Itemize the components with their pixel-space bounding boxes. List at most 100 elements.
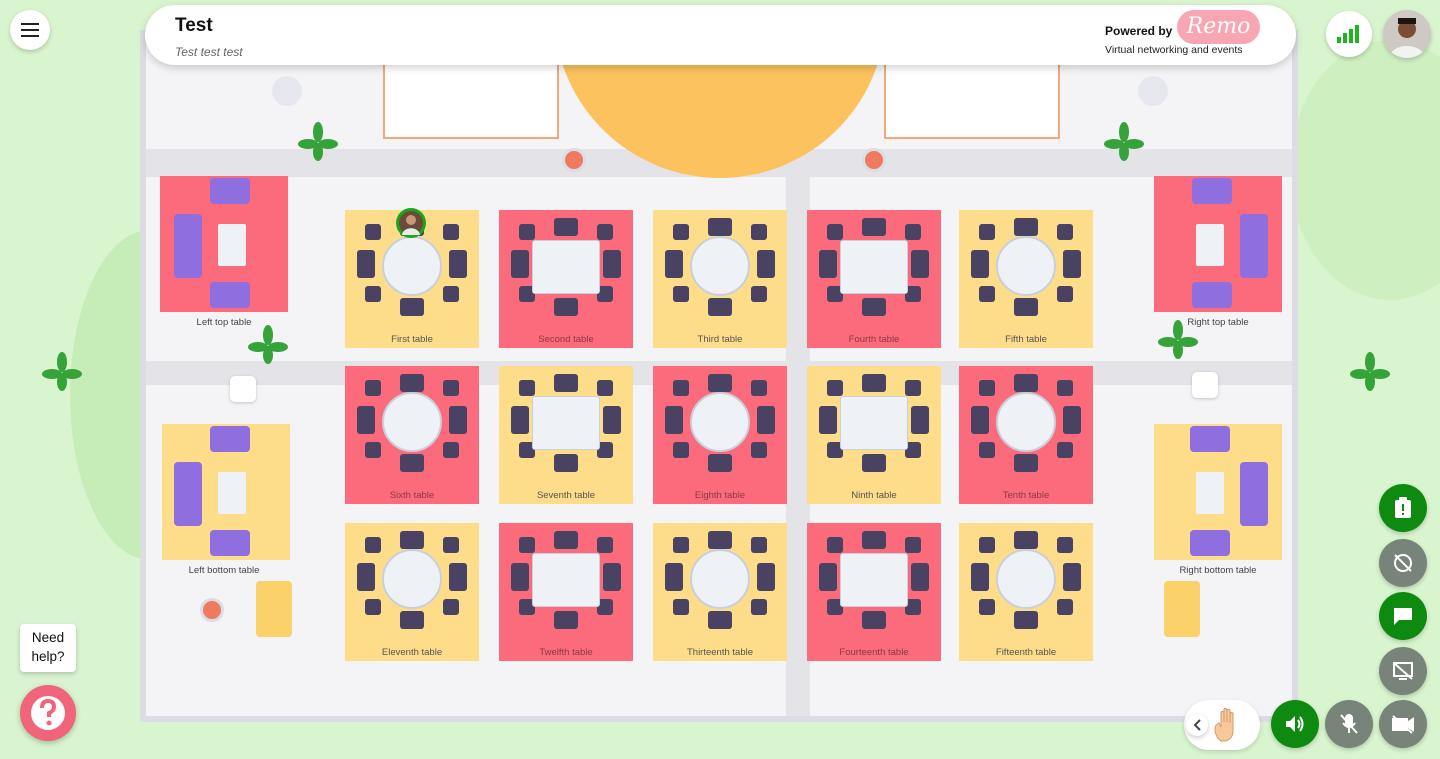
chair[interactable] <box>357 250 375 278</box>
chair[interactable] <box>443 380 459 396</box>
chair[interactable] <box>1014 218 1038 236</box>
chair[interactable] <box>597 224 613 240</box>
chair[interactable] <box>554 531 578 549</box>
chair[interactable] <box>1057 224 1073 240</box>
chair[interactable] <box>1057 537 1073 553</box>
camera-off-button[interactable] <box>1379 539 1427 587</box>
chair[interactable] <box>1057 442 1073 458</box>
chair[interactable] <box>708 218 732 236</box>
chair[interactable] <box>665 406 683 434</box>
chair[interactable] <box>673 442 689 458</box>
chair[interactable] <box>597 537 613 553</box>
chair[interactable] <box>862 611 886 629</box>
chair[interactable] <box>519 537 535 553</box>
chair[interactable] <box>603 250 621 278</box>
chair[interactable] <box>554 611 578 629</box>
chair[interactable] <box>511 250 529 278</box>
chair[interactable] <box>911 563 929 591</box>
chair[interactable] <box>905 380 921 396</box>
chair[interactable] <box>819 406 837 434</box>
chair[interactable] <box>751 599 767 615</box>
chair[interactable] <box>708 454 732 472</box>
chair[interactable] <box>511 563 529 591</box>
chair[interactable] <box>673 286 689 302</box>
chair[interactable] <box>365 380 381 396</box>
chair[interactable] <box>979 286 995 302</box>
chair[interactable] <box>400 454 424 472</box>
chair[interactable] <box>357 563 375 591</box>
meeting-table[interactable]: Twelfth table <box>499 523 633 661</box>
chair[interactable] <box>1014 531 1038 549</box>
chair[interactable] <box>827 380 843 396</box>
chair[interactable] <box>971 250 989 278</box>
chair[interactable] <box>751 537 767 553</box>
chair[interactable] <box>365 537 381 553</box>
chair[interactable] <box>365 224 381 240</box>
chair[interactable] <box>1057 286 1073 302</box>
chair[interactable] <box>971 406 989 434</box>
chair[interactable] <box>979 380 995 396</box>
chair[interactable] <box>1014 611 1038 629</box>
chair[interactable] <box>449 563 467 591</box>
chair[interactable] <box>708 531 732 549</box>
chair[interactable] <box>905 537 921 553</box>
chair[interactable] <box>905 224 921 240</box>
meeting-table[interactable]: Eleventh table <box>345 523 479 661</box>
chair[interactable] <box>708 611 732 629</box>
user-avatar-at-table[interactable] <box>396 208 426 238</box>
chair[interactable] <box>757 250 775 278</box>
meeting-table[interactable]: Second table <box>499 210 633 348</box>
chair[interactable] <box>603 406 621 434</box>
chair[interactable] <box>519 224 535 240</box>
video-button[interactable] <box>1379 700 1427 748</box>
chair[interactable] <box>400 374 424 392</box>
chair[interactable] <box>979 442 995 458</box>
chair[interactable] <box>979 224 995 240</box>
meeting-table[interactable]: Fifteenth table <box>959 523 1093 661</box>
chair[interactable] <box>673 599 689 615</box>
chair[interactable] <box>751 442 767 458</box>
meeting-table[interactable]: Fourteenth table <box>807 523 941 661</box>
chair[interactable] <box>1063 406 1081 434</box>
chair[interactable] <box>1063 563 1081 591</box>
chair[interactable] <box>979 537 995 553</box>
chair[interactable] <box>554 298 578 316</box>
chair[interactable] <box>449 406 467 434</box>
chair[interactable] <box>971 563 989 591</box>
meeting-table[interactable]: Tenth table <box>959 366 1093 504</box>
chair[interactable] <box>819 250 837 278</box>
profile-avatar[interactable] <box>1383 10 1431 58</box>
chair[interactable] <box>1014 454 1038 472</box>
chair[interactable] <box>1057 599 1073 615</box>
chair[interactable] <box>443 224 459 240</box>
meeting-table[interactable]: Eighth table <box>653 366 787 504</box>
chair[interactable] <box>597 380 613 396</box>
chair[interactable] <box>1057 380 1073 396</box>
raise-hand-icon[interactable] <box>1212 707 1244 743</box>
chair[interactable] <box>519 380 535 396</box>
chair[interactable] <box>443 442 459 458</box>
chair[interactable] <box>365 599 381 615</box>
chair[interactable] <box>979 599 995 615</box>
meeting-table[interactable]: Thirteenth table <box>653 523 787 661</box>
help-button[interactable] <box>20 685 76 741</box>
chair[interactable] <box>862 298 886 316</box>
chair[interactable] <box>365 442 381 458</box>
chair[interactable] <box>449 250 467 278</box>
chair[interactable] <box>357 406 375 434</box>
chair[interactable] <box>554 454 578 472</box>
meeting-table[interactable]: Fourth table <box>807 210 941 348</box>
meeting-table[interactable]: Third table <box>653 210 787 348</box>
chair[interactable] <box>665 563 683 591</box>
chair[interactable] <box>443 599 459 615</box>
chair[interactable] <box>751 380 767 396</box>
chair[interactable] <box>827 224 843 240</box>
chair[interactable] <box>673 537 689 553</box>
chair[interactable] <box>443 537 459 553</box>
chair[interactable] <box>603 563 621 591</box>
meeting-table[interactable]: Ninth table <box>807 366 941 504</box>
chair[interactable] <box>757 406 775 434</box>
collapse-button[interactable] <box>1186 714 1208 736</box>
meeting-table[interactable]: Fifth table <box>959 210 1093 348</box>
event-info-button[interactable] <box>1379 484 1427 532</box>
